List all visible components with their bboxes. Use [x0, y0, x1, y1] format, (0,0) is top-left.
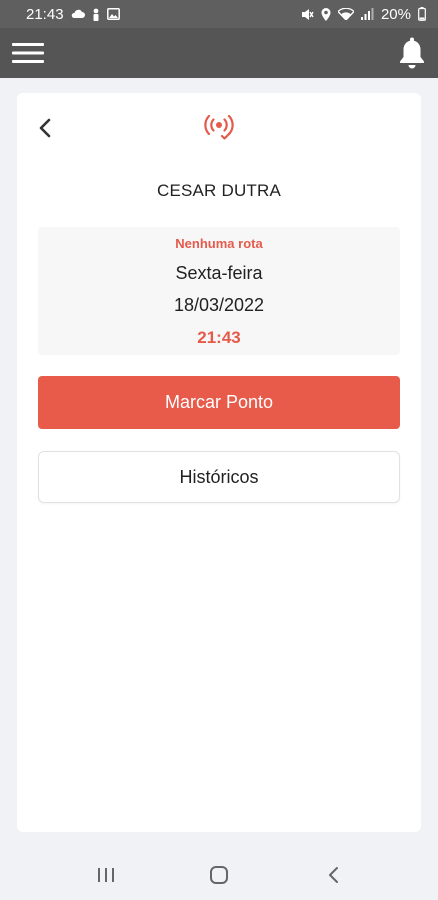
punch-info-panel: Nenhuma rota Sexta-feira 18/03/2022 21:4…: [38, 227, 400, 355]
signal-icon: [360, 8, 374, 20]
chevron-left-icon[interactable]: [35, 117, 57, 139]
recent-apps-icon[interactable]: [95, 864, 117, 886]
employee-name: CESAR DUTRA: [156, 181, 282, 200]
broadcast-location-icon: [201, 114, 237, 141]
route-status: Nenhuma rota: [175, 236, 263, 251]
person-icon: [92, 8, 100, 21]
bell-icon[interactable]: [398, 37, 426, 69]
clock-in-button[interactable]: Marcar Ponto: [38, 376, 400, 429]
date-label: 18/03/2022: [173, 295, 265, 315]
time-label: 21:43: [197, 328, 241, 347]
image-icon: [106, 8, 120, 20]
back-icon[interactable]: [323, 864, 345, 886]
cloud-icon: [71, 9, 85, 19]
location-icon: [321, 7, 331, 21]
battery-percent: 20%: [380, 5, 411, 23]
status-time: 21:43: [26, 5, 64, 23]
hamburger-menu-icon[interactable]: [12, 42, 44, 64]
mute-icon: [300, 8, 314, 21]
system-nav-bar: [0, 850, 438, 900]
weekday-label: Sexta-feira: [175, 263, 263, 283]
battery-icon: [418, 7, 426, 21]
wifi-icon: [337, 8, 354, 20]
clock-in-card: CESAR DUTRA Nenhuma rota Sexta-feira 18/…: [17, 93, 421, 832]
history-button[interactable]: Históricos: [38, 451, 400, 503]
home-icon[interactable]: [208, 864, 230, 886]
app-bar: [0, 28, 438, 78]
status-bar: 21:43 20%: [0, 0, 438, 28]
